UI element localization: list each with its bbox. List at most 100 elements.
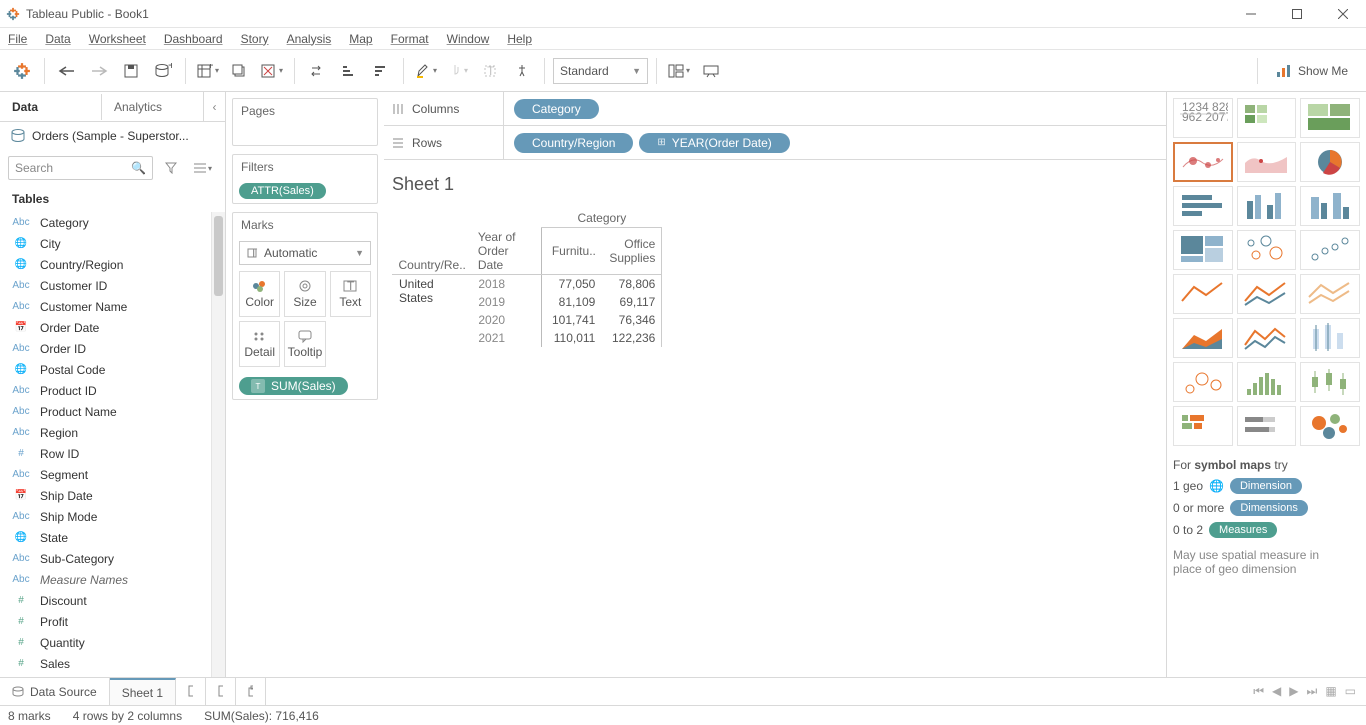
field-product-id[interactable]: AbcProduct ID (0, 380, 211, 401)
swap-button[interactable] (303, 57, 331, 85)
presentation-button[interactable] (697, 57, 725, 85)
prev-tab-button[interactable]: ◀ (1272, 684, 1281, 699)
showme-chart-type-17[interactable] (1300, 318, 1360, 358)
data-tab[interactable]: Data (0, 94, 101, 120)
showme-chart-type-12[interactable] (1173, 274, 1233, 314)
first-tab-button[interactable]: ⏮ (1253, 684, 1264, 699)
mark-type-selector[interactable]: TAutomatic ▼ (239, 241, 371, 265)
redo-button[interactable] (85, 57, 113, 85)
marks-tooltip-button[interactable]: Tooltip (284, 321, 325, 367)
sheet-title[interactable]: Sheet 1 (392, 174, 1158, 195)
field-list-scrollbar[interactable] (211, 212, 225, 677)
field-customer-id[interactable]: AbcCustomer ID (0, 275, 211, 296)
marks-size-button[interactable]: Size (284, 271, 325, 317)
showme-chart-type-13[interactable] (1237, 274, 1297, 314)
analytics-tab[interactable]: Analytics (101, 94, 203, 120)
field-category[interactable]: AbcCategory (0, 212, 211, 233)
field-ship-mode[interactable]: AbcShip Mode (0, 506, 211, 527)
filters-shelf[interactable]: Filters ATTR(Sales) (232, 154, 378, 204)
showme-chart-type-0[interactable]: 1234 828962 2077 (1173, 98, 1233, 138)
menu-data[interactable]: Data (45, 32, 70, 46)
showme-chart-type-18[interactable] (1173, 362, 1233, 402)
view-fields-button[interactable] (189, 154, 217, 182)
showme-chart-type-2[interactable] (1300, 98, 1360, 138)
highlight-button[interactable] (412, 57, 440, 85)
field-segment[interactable]: AbcSegment (0, 464, 211, 485)
showme-chart-type-21[interactable] (1173, 406, 1233, 446)
datasource-row[interactable]: Orders (Sample - Superstor... (0, 122, 225, 150)
menu-analysis[interactable]: Analysis (287, 32, 332, 46)
menu-window[interactable]: Window (447, 32, 490, 46)
field-country-region[interactable]: 🌐Country/Region (0, 254, 211, 275)
columns-pill-category[interactable]: Category (514, 99, 599, 119)
field-profit[interactable]: #Profit (0, 611, 211, 632)
datasource-tab[interactable]: Data Source (0, 678, 110, 705)
field-customer-name[interactable]: AbcCustomer Name (0, 296, 211, 317)
new-story-tab[interactable] (236, 678, 266, 705)
rows-pill-country[interactable]: Country/Region (514, 133, 633, 153)
field-postal-code[interactable]: 🌐Postal Code (0, 359, 211, 380)
columns-shelf[interactable]: Columns Category (384, 92, 1166, 126)
show-me-button[interactable]: Show Me (1266, 57, 1358, 85)
showme-chart-type-10[interactable] (1237, 230, 1297, 270)
marks-detail-button[interactable]: Detail (239, 321, 280, 367)
sheet-tab[interactable]: Sheet 1 (110, 678, 176, 705)
field-discount[interactable]: #Discount (0, 590, 211, 611)
menu-dashboard[interactable]: Dashboard (164, 32, 223, 46)
collapse-sidebar-button[interactable]: ‹ (203, 92, 225, 121)
sort-desc-button[interactable] (367, 57, 395, 85)
filter-pill[interactable]: ATTR(Sales) (239, 183, 326, 199)
marks-color-button[interactable]: Color (239, 271, 280, 317)
duplicate-button[interactable] (226, 57, 254, 85)
field-order-date[interactable]: 📅Order Date (0, 317, 211, 338)
menu-story[interactable]: Story (241, 32, 269, 46)
showme-chart-type-9[interactable] (1173, 230, 1233, 270)
tab-grid-button[interactable]: ▦ (1325, 684, 1336, 699)
undo-button[interactable] (53, 57, 81, 85)
field-sub-category[interactable]: AbcSub-Category (0, 548, 211, 569)
labels-button[interactable]: T (476, 57, 504, 85)
cards-button[interactable] (665, 57, 693, 85)
showme-chart-type-5[interactable] (1300, 142, 1360, 182)
showme-chart-type-1[interactable] (1237, 98, 1297, 138)
field-region[interactable]: AbcRegion (0, 422, 211, 443)
menu-file[interactable]: File (8, 32, 27, 46)
rows-shelf[interactable]: Rows Country/Region ⊞YEAR(Order Date) (384, 126, 1166, 160)
fit-selector[interactable]: Standard▼ (553, 58, 648, 84)
rows-pill-year[interactable]: ⊞YEAR(Order Date) (639, 133, 789, 153)
attach-button[interactable] (444, 57, 472, 85)
tab-filmstrip-button[interactable]: ▭ (1345, 684, 1356, 699)
sort-asc-button[interactable] (335, 57, 363, 85)
field-product-name[interactable]: AbcProduct Name (0, 401, 211, 422)
showme-chart-type-15[interactable] (1173, 318, 1233, 358)
showme-chart-type-19[interactable] (1237, 362, 1297, 402)
showme-chart-type-23[interactable] (1300, 406, 1360, 446)
showme-chart-type-22[interactable] (1237, 406, 1297, 446)
showme-chart-type-11[interactable] (1300, 230, 1360, 270)
marks-text-pill[interactable]: TSUM(Sales) (239, 377, 348, 395)
showme-chart-type-6[interactable] (1173, 186, 1233, 226)
pin-button[interactable] (508, 57, 536, 85)
window-minimize-button[interactable] (1228, 0, 1274, 28)
menu-worksheet[interactable]: Worksheet (89, 32, 146, 46)
marks-text-button[interactable]: TText (330, 271, 371, 317)
field-sales[interactable]: #Sales (0, 653, 211, 674)
field-measure-names[interactable]: AbcMeasure Names (0, 569, 211, 590)
field-state[interactable]: 🌐State (0, 527, 211, 548)
window-maximize-button[interactable] (1274, 0, 1320, 28)
showme-chart-type-7[interactable] (1237, 186, 1297, 226)
showme-chart-type-20[interactable] (1300, 362, 1360, 402)
new-datasource-button[interactable]: + (149, 57, 177, 85)
table-row[interactable]: UnitedStates201877,05078,806 (393, 274, 662, 293)
field-ship-date[interactable]: 📅Ship Date (0, 485, 211, 506)
showme-chart-type-8[interactable] (1300, 186, 1360, 226)
menu-map[interactable]: Map (349, 32, 372, 46)
next-tab-button[interactable]: ▶ (1289, 684, 1298, 699)
filter-fields-button[interactable] (157, 154, 185, 182)
field-quantity[interactable]: #Quantity (0, 632, 211, 653)
new-worksheet-tab[interactable]: + (176, 678, 206, 705)
showme-chart-type-4[interactable] (1237, 142, 1297, 182)
menu-format[interactable]: Format (391, 32, 429, 46)
pages-shelf[interactable]: Pages (232, 98, 378, 146)
new-dashboard-tab[interactable] (206, 678, 236, 705)
